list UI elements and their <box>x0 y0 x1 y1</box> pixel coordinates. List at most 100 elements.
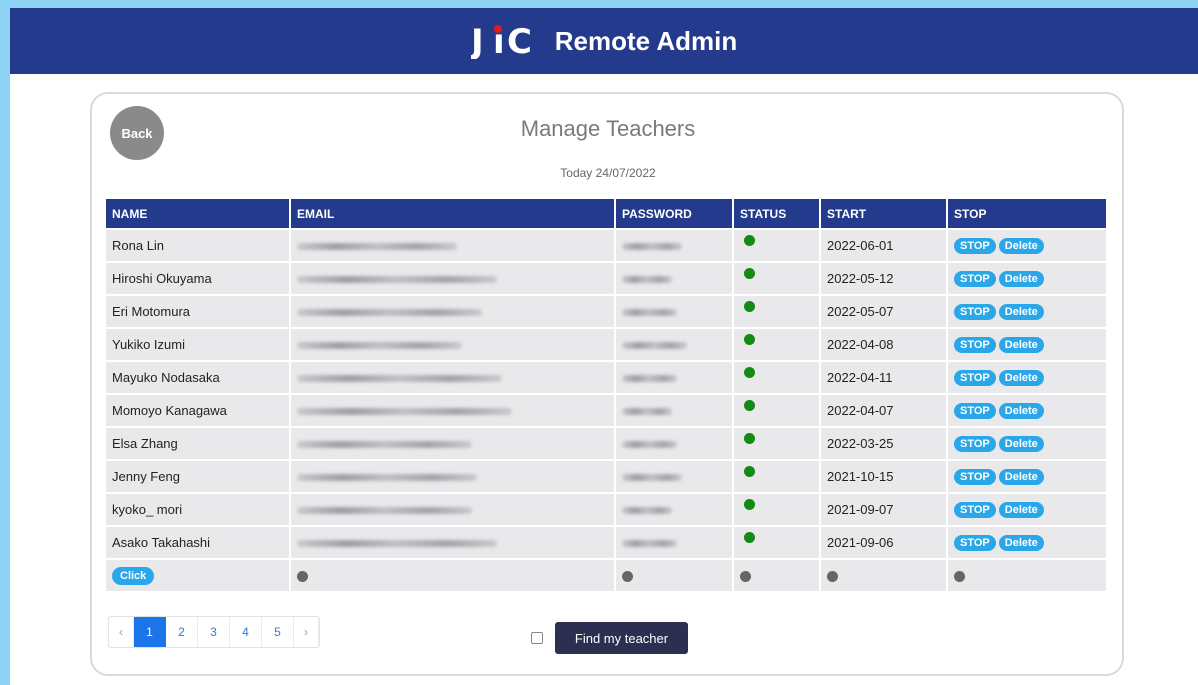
table-row: Momoyo Kanagawa 2022-04-07 STOP Delete <box>106 395 1106 426</box>
pagination-prev[interactable]: ‹ <box>109 617 134 647</box>
column-header-name[interactable]: NAME <box>106 199 289 228</box>
redacted-password <box>622 276 672 284</box>
teacher-start-date: 2021-09-06 <box>821 527 946 558</box>
teacher-start-date: 2022-03-25 <box>821 428 946 459</box>
table-row: Eri Motomura 2022-05-07 STOP Delete <box>106 296 1106 327</box>
status-active-dot <box>744 334 755 345</box>
delete-button[interactable]: Delete <box>998 271 1044 287</box>
stop-button[interactable]: STOP <box>954 403 996 419</box>
teacher-name: Yukiko Izumi <box>106 329 289 360</box>
stop-button[interactable]: STOP <box>954 337 996 353</box>
teacher-actions: STOP Delete <box>948 362 1106 393</box>
stop-button[interactable]: STOP <box>954 304 996 320</box>
add-teacher-button[interactable]: Click <box>112 566 155 585</box>
status-active-dot <box>744 400 755 411</box>
delete-button[interactable]: Delete <box>998 403 1044 419</box>
teacher-start-date: 2022-04-07 <box>821 395 946 426</box>
delete-button[interactable]: Delete <box>998 436 1044 452</box>
delete-button[interactable]: Delete <box>998 238 1044 254</box>
status-active-dot <box>744 235 755 246</box>
teacher-password-redacted <box>616 527 732 558</box>
teacher-name: Hiroshi Okuyama <box>106 263 289 294</box>
pagination-page-4[interactable]: 4 <box>230 617 262 647</box>
teacher-name: Mayuko Nodasaka <box>106 362 289 393</box>
delete-button[interactable]: Delete <box>998 502 1044 518</box>
status-active-dot <box>744 532 755 543</box>
status-active-dot <box>744 268 755 279</box>
pagination: ‹ 1 2 3 4 5 › <box>108 616 320 648</box>
find-checkbox[interactable] <box>531 632 543 644</box>
teacher-email-redacted <box>291 527 614 558</box>
teacher-password-redacted <box>616 263 732 294</box>
teacher-email-redacted <box>291 362 614 393</box>
empty-field-cell[interactable] <box>616 560 732 591</box>
delete-button[interactable]: Delete <box>998 469 1044 485</box>
teacher-actions: STOP Delete <box>948 329 1106 360</box>
window-frame-left <box>0 0 10 685</box>
column-header-password[interactable]: PASSWORD <box>616 199 732 228</box>
teacher-name: Elsa Zhang <box>106 428 289 459</box>
add-teacher-row: Click <box>106 560 1106 591</box>
stop-button[interactable]: STOP <box>954 469 996 485</box>
teacher-name: kyoko_ mori <box>106 494 289 525</box>
table-row: kyoko_ mori 2021-09-07 STOP Delete <box>106 494 1106 525</box>
column-header-start[interactable]: START <box>821 199 946 228</box>
redacted-password <box>622 540 677 548</box>
teacher-password-redacted <box>616 329 732 360</box>
delete-button[interactable]: Delete <box>998 304 1044 320</box>
empty-field-cell[interactable] <box>734 560 819 591</box>
status-active-dot <box>744 367 755 378</box>
status-active-dot <box>744 301 755 312</box>
teacher-start-date: 2022-05-07 <box>821 296 946 327</box>
svg-text:C: C <box>507 23 530 59</box>
delete-button[interactable]: Delete <box>998 337 1044 353</box>
redacted-password <box>622 441 677 449</box>
stop-button[interactable]: STOP <box>954 238 996 254</box>
redacted-email <box>297 243 457 251</box>
stop-button[interactable]: STOP <box>954 436 996 452</box>
teacher-email-redacted <box>291 428 614 459</box>
find-my-teacher-button[interactable]: Find my teacher <box>555 622 688 654</box>
pagination-page-3[interactable]: 3 <box>198 617 230 647</box>
teacher-password-redacted <box>616 230 732 261</box>
empty-field-dot <box>740 571 751 583</box>
teacher-actions: STOP Delete <box>948 428 1106 459</box>
pagination-next[interactable]: › <box>294 617 319 647</box>
teacher-actions: STOP Delete <box>948 395 1106 426</box>
table-row: Mayuko Nodasaka 2022-04-11 STOP Delete <box>106 362 1106 393</box>
delete-button[interactable]: Delete <box>998 535 1044 551</box>
jic-logo: J ı C <box>471 23 545 59</box>
teacher-status <box>734 461 819 492</box>
teacher-status <box>734 362 819 393</box>
table-row: Yukiko Izumi 2022-04-08 STOP Delete <box>106 329 1106 360</box>
pagination-page-1[interactable]: 1 <box>134 617 166 647</box>
pagination-page-5[interactable]: 5 <box>262 617 294 647</box>
teacher-name: Jenny Feng <box>106 461 289 492</box>
back-button[interactable]: Back <box>110 106 164 160</box>
page-title: Manage Teachers <box>520 116 696 141</box>
redacted-password <box>622 309 677 317</box>
teacher-status <box>734 329 819 360</box>
stop-button[interactable]: STOP <box>954 535 996 551</box>
table-row: Rona Lin 2022-06-01 STOP Delete <box>106 230 1106 261</box>
delete-button[interactable]: Delete <box>998 370 1044 386</box>
teacher-password-redacted <box>616 494 732 525</box>
teacher-password-redacted <box>616 461 732 492</box>
redacted-email <box>297 375 502 383</box>
empty-field-cell[interactable] <box>821 560 946 591</box>
empty-field-cell[interactable] <box>291 560 614 591</box>
empty-field-cell[interactable] <box>948 560 1106 591</box>
teacher-name: Momoyo Kanagawa <box>106 395 289 426</box>
empty-field-dot <box>297 571 308 583</box>
stop-button[interactable]: STOP <box>954 271 996 287</box>
column-header-email[interactable]: EMAIL <box>291 199 614 228</box>
redacted-password <box>622 243 682 251</box>
teachers-table-wrap: NAME EMAIL PASSWORD STATUS START STOP Ro… <box>106 199 1110 591</box>
add-teacher-cell: Click <box>106 560 289 591</box>
teacher-password-redacted <box>616 395 732 426</box>
stop-button[interactable]: STOP <box>954 502 996 518</box>
pagination-page-2[interactable]: 2 <box>166 617 198 647</box>
column-header-status[interactable]: STATUS <box>734 199 819 228</box>
stop-button[interactable]: STOP <box>954 370 996 386</box>
column-header-stop[interactable]: STOP <box>948 199 1106 228</box>
